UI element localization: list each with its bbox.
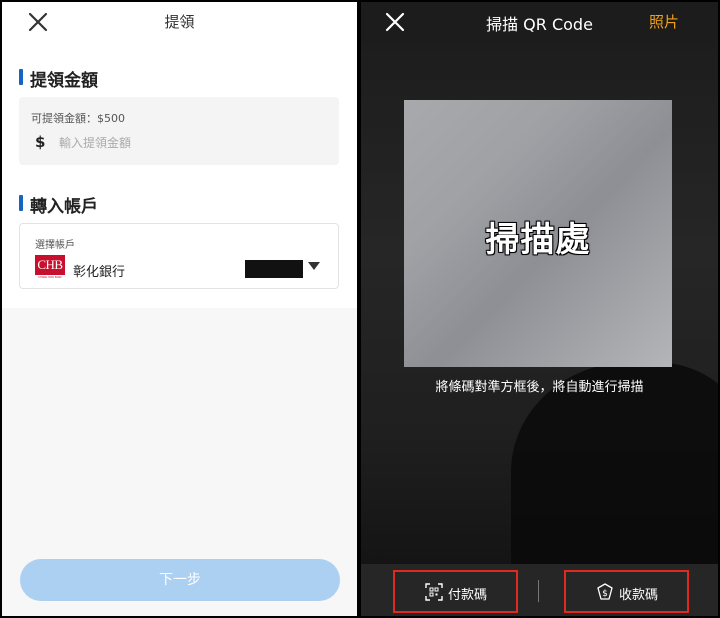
tab-label: 付款碼 xyxy=(448,588,488,603)
account-number-redacted xyxy=(245,260,303,278)
scan-qr-screen: 掃描 QR Code 照片 掃描處 將條碼對準方框後，將自動進行掃描 付款碼 $… xyxy=(361,2,718,616)
amount-input[interactable] xyxy=(59,134,319,152)
chevron-down-icon[interactable] xyxy=(308,262,320,270)
tab-payment-code[interactable]: 付款碼 xyxy=(393,570,518,613)
bank-logo-subtext: CHANG HWA BANK xyxy=(38,276,62,279)
photo-link[interactable]: 照片 xyxy=(649,11,679,32)
amount-input-box[interactable]: 可提領金額：$500 $ xyxy=(19,97,339,165)
section-marker xyxy=(19,69,23,85)
bank-logo-text: CHB xyxy=(37,257,63,272)
amount-section-title: 提領金額 xyxy=(30,71,98,91)
bank-name: 彰化銀行 xyxy=(73,265,126,280)
account-section-title: 轉入帳戶 xyxy=(30,197,98,217)
account-selector[interactable]: 選擇帳戶 CHB CHANG HWA BANK 彰化銀行 xyxy=(19,223,339,289)
header-bar: 掃描 QR Code 照片 xyxy=(361,2,718,42)
shield-dollar-icon: $ xyxy=(597,583,613,600)
divider xyxy=(538,580,539,602)
qr-scan-icon xyxy=(425,583,443,601)
scan-frame: 掃描處 xyxy=(404,100,672,367)
select-account-label: 選擇帳戶 xyxy=(35,240,75,251)
next-button[interactable]: 下一步 xyxy=(20,559,340,601)
svg-text:$: $ xyxy=(602,589,608,599)
header-bar: 提領 xyxy=(2,2,357,42)
tab-receive-code[interactable]: $ 收款碼 xyxy=(564,570,689,613)
page-title: 提領 xyxy=(164,13,195,31)
available-amount-label: 可提領金額：$500 xyxy=(31,112,125,125)
withdraw-screen: 提領 提領金額 可提領金額：$500 $ 轉入帳戶 選擇帳戶 CHB CHANG… xyxy=(2,2,357,616)
dollar-icon: $ xyxy=(35,133,46,151)
section-marker xyxy=(19,195,23,211)
tab-label: 收款碼 xyxy=(619,588,659,603)
scan-instruction: 將條碼對準方框後，將自動進行掃描 xyxy=(435,380,644,395)
scan-area-label: 掃描處 xyxy=(485,220,591,260)
